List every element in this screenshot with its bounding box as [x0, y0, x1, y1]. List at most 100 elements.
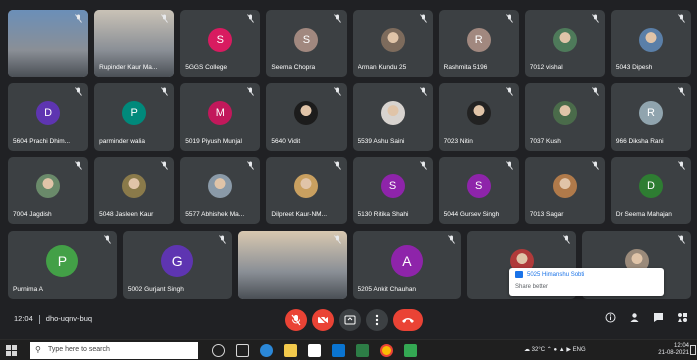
participant-tile[interactable]: 7004 Jagdish	[8, 156, 89, 224]
windows-start-button[interactable]	[6, 345, 17, 356]
windows-logo-pane	[12, 351, 17, 356]
windows-logo-pane	[6, 345, 11, 350]
temperature-label: 32°C	[531, 347, 546, 353]
participant-tile[interactable]: R Rashmita 5196	[438, 10, 519, 78]
participant-name: 5577 Abhishek Ma...	[185, 211, 245, 218]
mail-icon[interactable]	[332, 344, 345, 357]
participant-tile[interactable]: R 966 Diksha Rani	[610, 83, 691, 151]
participant-name: 5048 Jasleen Kaur	[99, 211, 154, 218]
present-icon	[515, 271, 523, 278]
end-call-icon	[402, 318, 414, 323]
avatar-photo	[36, 174, 61, 199]
participant-tile[interactable]: S 5044 Gursev Singh	[438, 156, 519, 224]
participant-tile[interactable]: P Purnima A	[8, 231, 117, 299]
taskbar-clock[interactable]: 12:04 21-08-2021	[658, 343, 689, 357]
participant-name: 5205 Ankit Chauhan	[357, 286, 417, 293]
mic-off-icon	[419, 87, 428, 97]
mic-off-icon	[678, 235, 686, 245]
avatar: S	[208, 27, 233, 52]
participant-tile[interactable]: 7023 Nitin	[438, 83, 519, 151]
avatar: R	[466, 27, 491, 52]
participant-tile[interactable]: D 5604 Prachi Dhim...	[8, 83, 89, 151]
more-icon	[375, 314, 379, 326]
participant-tile[interactable]: Dilpreet Kaur-NM...	[266, 156, 347, 224]
clock-date: 21-08-2021	[658, 350, 689, 356]
chat-button[interactable]	[650, 312, 666, 328]
participant-tile[interactable]: S 5130 Ritika Shahi	[352, 156, 433, 224]
meet-icon[interactable]	[404, 344, 417, 357]
notification-icon[interactable]	[690, 345, 696, 355]
edge-icon[interactable]	[260, 344, 273, 357]
participant-tile[interactable]	[8, 10, 89, 78]
participant-video	[237, 231, 347, 299]
language-label: ENG	[572, 347, 586, 353]
toast-subtitle: Share better	[515, 284, 549, 290]
mic-off-icon	[678, 14, 686, 24]
participant-tile[interactable]: 5577 Abhishek Ma...	[180, 156, 261, 224]
participant-tile[interactable]: 7013 Sagar	[524, 156, 605, 224]
present-icon	[344, 315, 356, 325]
system-tray[interactable]: ☁ 32°C ⌃ ● ▲ ▶ ENG	[524, 346, 586, 353]
chat-icon	[653, 313, 663, 322]
mic-off-icon	[592, 87, 600, 97]
camera-off-icon	[317, 315, 329, 325]
taskbar-search-box[interactable]: ⚲ Type here to search	[30, 342, 198, 359]
participant-tile[interactable]: S Seema Chopra	[266, 10, 347, 78]
file-explorer-icon[interactable]	[284, 344, 297, 357]
participant-name: Seema Chopra	[271, 64, 316, 72]
store-icon[interactable]	[308, 344, 321, 357]
participant-tile[interactable]: 7037 Kush	[524, 83, 605, 151]
participant-name: 5043 Dipesh	[615, 64, 653, 72]
chevron-up-icon: ⌃	[546, 347, 552, 353]
people-button[interactable]	[626, 312, 642, 328]
end-call-button[interactable]	[393, 309, 423, 331]
participant-tile[interactable]	[237, 231, 347, 299]
meeting-details-button[interactable]	[602, 312, 618, 328]
more-options-button[interactable]	[366, 309, 388, 331]
separator	[38, 314, 40, 324]
avatar-photo	[294, 100, 319, 125]
weather-icon: ☁	[524, 347, 530, 353]
participant-tile[interactable]: 5640 Vidit	[266, 83, 347, 151]
meeting-controls-bar: 12:04 dho-uqnv-buq	[0, 302, 697, 339]
participant-tile[interactable]: M 5019 Piyush Munjal	[180, 83, 261, 151]
camera-toggle-button[interactable]	[312, 309, 334, 331]
participant-name: 966 Diksha Rani	[615, 137, 664, 145]
avatar: R	[638, 100, 663, 125]
mic-off-icon	[75, 87, 83, 97]
meeting-time: 12:04	[14, 314, 33, 323]
mic-off-icon	[505, 87, 514, 97]
participant-tile[interactable]: 5048 Jasleen Kaur	[94, 156, 175, 224]
participant-tile[interactable]: S 5GGS College	[180, 10, 261, 78]
toast-title: 5025 Himanshu Sobti	[527, 272, 585, 278]
present-button[interactable]	[339, 309, 361, 331]
participant-name: Dilpreet Kaur-NM...	[271, 211, 327, 218]
chrome-icon[interactable]	[380, 344, 393, 357]
participant-tile[interactable]: G 5002 Gurjant Singh	[122, 231, 232, 299]
task-view-icon[interactable]	[236, 344, 249, 357]
participant-toast[interactable]: 5025 Himanshu Sobti Share better	[509, 268, 664, 296]
mic-off-icon	[291, 314, 301, 326]
participant-tile[interactable]: Rupinder Kaur Ma...	[94, 10, 175, 78]
mic-off-icon	[333, 14, 342, 24]
participant-tile[interactable]: D Dr Seema Mahajan	[610, 156, 691, 224]
participant-tile[interactable]: 7012 vishal	[524, 10, 605, 78]
activities-button[interactable]	[674, 312, 690, 328]
participant-tile[interactable]: Pparminder walia	[94, 83, 175, 151]
mic-off-icon	[505, 14, 514, 24]
participant-tile[interactable]: A 5205 Ankit Chauhan	[352, 231, 462, 299]
participant-grid: Rupinder Kaur Ma... S 5GGS College S Seema C…	[8, 10, 691, 224]
mic-off-icon	[563, 235, 571, 245]
mic-toggle-button[interactable]	[285, 309, 307, 331]
avatar: S	[294, 27, 319, 52]
cortana-icon[interactable]	[212, 344, 225, 357]
app-icon[interactable]	[356, 344, 369, 357]
mic-off-icon	[75, 14, 83, 24]
mic-off-icon	[419, 14, 428, 24]
participant-tile[interactable]: 5539 Ashu Saini	[352, 83, 433, 151]
participant-tile[interactable]: Arman Kundu 25	[352, 10, 433, 78]
participant-name: 7012 vishal	[529, 64, 563, 72]
participant-name: Arman Kundu 25	[357, 64, 407, 72]
participant-name: 5130 Ritika Shahi	[357, 211, 409, 218]
participant-tile[interactable]: 5043 Dipesh	[610, 10, 691, 78]
